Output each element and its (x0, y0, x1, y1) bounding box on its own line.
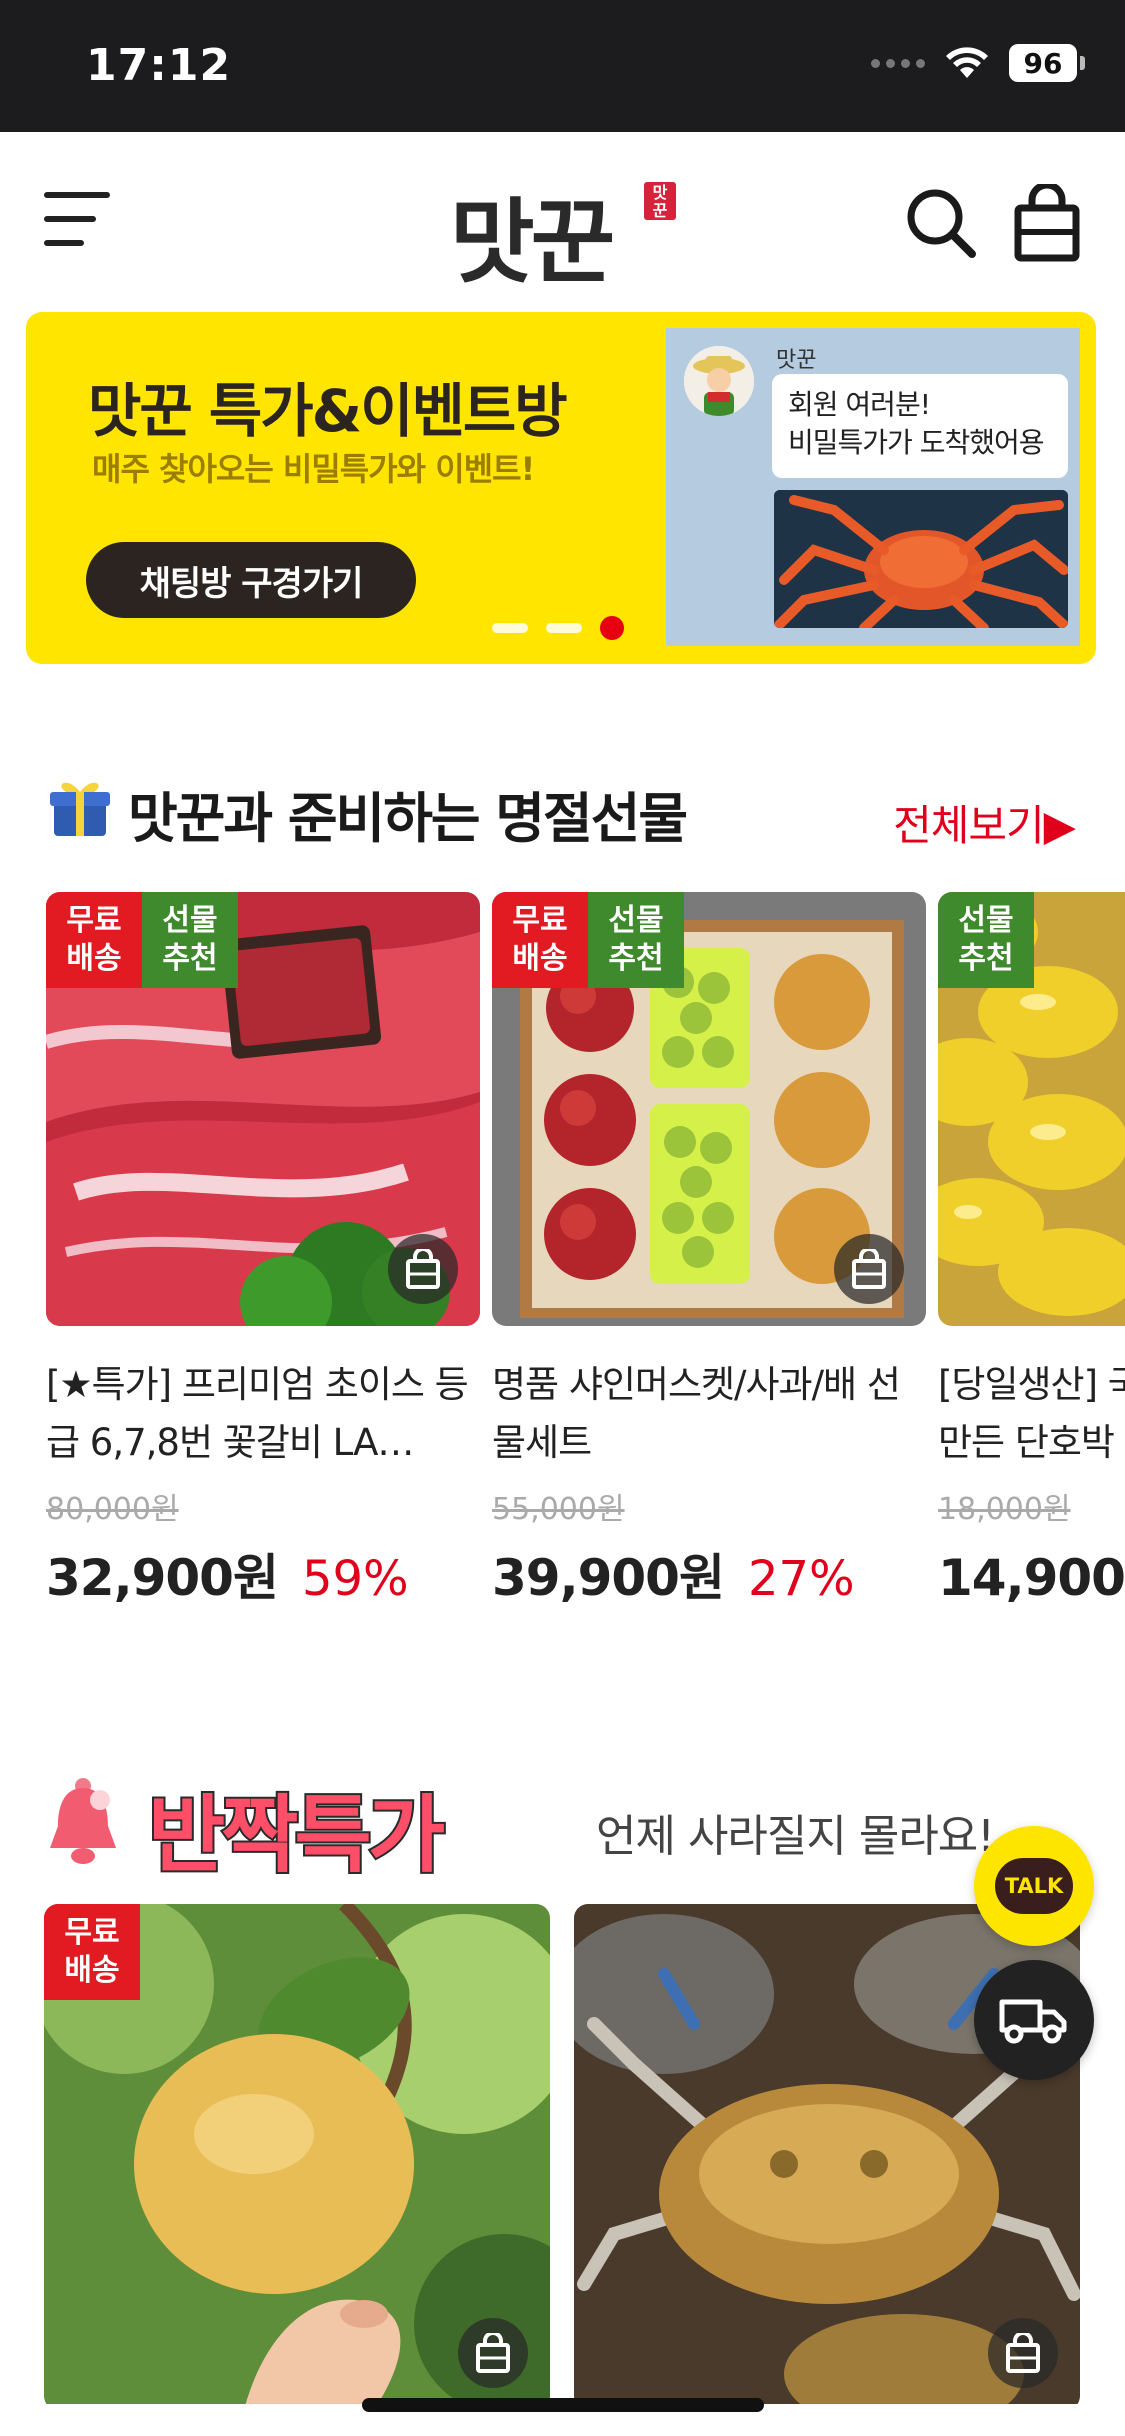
crab-photo (774, 490, 1068, 628)
app-header: 맛꾼 맛꾼 (0, 132, 1125, 312)
delivery-truck-icon (999, 1999, 1067, 2044)
status-time: 17:12 (86, 40, 232, 91)
brand-logo[interactable]: 맛꾼 맛꾼 (450, 168, 690, 296)
product-card[interactable]: 무료 배송 선물 추천 명품 샤인머스켓/사과/배 선물세트 55,000원 3… (492, 892, 926, 1610)
banner-chat-preview: 맛꾼 회원 여러분! 비밀특가가 도착했어용 (666, 328, 1080, 646)
flash-sale-subtitle: 언제 사라질지 몰라요! (596, 1811, 995, 1862)
banner-dot[interactable] (546, 623, 582, 633)
product-card[interactable]: 선물 추천 [당일생산] 국내산 고구마로 만든 단호박 18,000원 14,… (938, 892, 1125, 1610)
shopping-bag-icon (852, 1249, 886, 1289)
product-carousel[interactable]: 무료 배송 선물 추천 [★특가] 프리미엄 초이스 등급 6,7,8번 꽃갈비… (46, 892, 1125, 1612)
sale-price: 39,900원 (492, 1549, 725, 1607)
shopping-bag-icon (406, 1249, 440, 1289)
sale-price: 32,900원 (46, 1549, 279, 1607)
price-row: 32,900원 59% (46, 1538, 480, 1610)
sale-price: 14,900원 (938, 1549, 1125, 1607)
chat-sender-name: 맛꾼 (776, 348, 817, 373)
add-to-cart-button[interactable] (988, 2318, 1058, 2388)
banner-title: 맛꾼 특가&이벤트방 (88, 377, 568, 445)
original-price: 80,000원 (46, 1492, 179, 1527)
menu-button[interactable] (44, 192, 110, 258)
flash-sale-header: 반짝특가 언제 사라질지 몰라요! (0, 1760, 1125, 1886)
kakao-talk-button[interactable]: TALK (974, 1826, 1094, 1946)
brand-name: 맛꾼 (450, 189, 615, 296)
discount-rate: 27% (747, 1551, 855, 1607)
see-all-link[interactable]: 전체보기▶ (893, 792, 1076, 853)
chat-bubble: 회원 여러분! 비밀특가가 도착했어용 (772, 374, 1068, 478)
shopping-bag-icon (476, 2333, 510, 2373)
shopping-bag-icon (1014, 181, 1080, 262)
search-button[interactable] (904, 186, 978, 260)
gift-recommend-badge: 선물 추천 (142, 892, 238, 988)
product-image-sweet-potato[interactable]: 선물 추천 (938, 892, 1125, 1326)
gift-section-header: 맛꾼과 준비하는 명절선물 전체보기▶ (0, 760, 1125, 850)
banner-pagination (492, 616, 624, 640)
status-icons: 96 (871, 44, 1085, 82)
flash-sale-list[interactable]: 무료 배송 (44, 1904, 1125, 2404)
shopping-bag-icon (1006, 2333, 1040, 2373)
talk-icon: TALK (995, 1858, 1073, 1914)
search-icon (907, 189, 976, 258)
flash-item-pear[interactable]: 무료 배송 (44, 1904, 550, 2404)
battery-icon: 96 (1009, 44, 1085, 82)
flash-sale-title: 반짝특가 (146, 1784, 447, 1886)
original-price: 18,000원 (938, 1492, 1071, 1527)
price-row: 39,900원 27% (492, 1538, 926, 1610)
chatroom-button[interactable]: 채팅방 구경가기 (86, 542, 416, 618)
cart-button[interactable] (1012, 181, 1082, 262)
product-card[interactable]: 무료 배송 선물 추천 [★특가] 프리미엄 초이스 등급 6,7,8번 꽃갈비… (46, 892, 480, 1610)
gift-recommend-badge: 선물 추천 (938, 892, 1034, 988)
section-title: 맛꾼과 준비하는 명절선물 (128, 787, 688, 850)
original-price: 55,000원 (492, 1492, 625, 1527)
gift-recommend-badge: 선물 추천 (588, 892, 684, 988)
status-bar: 17:12 96 (0, 0, 1125, 132)
banner-dot-active[interactable] (600, 616, 624, 640)
battery-level: 96 (1009, 44, 1077, 82)
farmer-avatar (684, 346, 754, 416)
product-name[interactable]: [★특가] 프리미엄 초이스 등급 6,7,8번 꽃갈비 LA… (46, 1356, 480, 1472)
chat-message-line1: 회원 여러분! (788, 388, 931, 421)
bell-icon (50, 1778, 116, 1864)
add-to-cart-button[interactable] (458, 2318, 528, 2388)
product-name[interactable]: 명품 샤인머스켓/사과/배 선물세트 (492, 1356, 926, 1472)
chat-message-line2: 비밀특가가 도착했어용 (788, 426, 1045, 459)
wifi-icon (946, 47, 988, 78)
banner-dot[interactable] (492, 623, 528, 633)
free-shipping-badge: 무료 배송 (46, 892, 142, 988)
discount-rate: 59% (301, 1551, 409, 1607)
home-indicator (362, 2398, 764, 2412)
promo-banner[interactable]: 맛꾼 특가&이벤트방 매주 찾아오는 비밀특가와 이벤트! 채팅방 구경가기 맛… (26, 312, 1096, 664)
add-to-cart-button[interactable] (834, 1234, 904, 1304)
delivery-tracking-button[interactable] (974, 1960, 1094, 2080)
gift-box-icon (50, 782, 110, 836)
brand-seal-icon: 맛꾼 (644, 182, 676, 220)
signal-dots-icon (871, 58, 925, 68)
price-row: 14,900원 (938, 1538, 1125, 1610)
free-shipping-badge: 무료 배송 (492, 892, 588, 988)
add-to-cart-button[interactable] (388, 1234, 458, 1304)
product-name[interactable]: [당일생산] 국내산 고구마로 만든 단호박 (938, 1356, 1125, 1472)
product-image-beef-ribs[interactable]: 무료 배송 선물 추천 (46, 892, 480, 1326)
product-image-fruit-set[interactable]: 무료 배송 선물 추천 (492, 892, 926, 1326)
free-shipping-badge: 무료 배송 (44, 1904, 140, 2000)
banner-subtitle: 매주 찾아오는 비밀특가와 이벤트! (92, 450, 535, 488)
